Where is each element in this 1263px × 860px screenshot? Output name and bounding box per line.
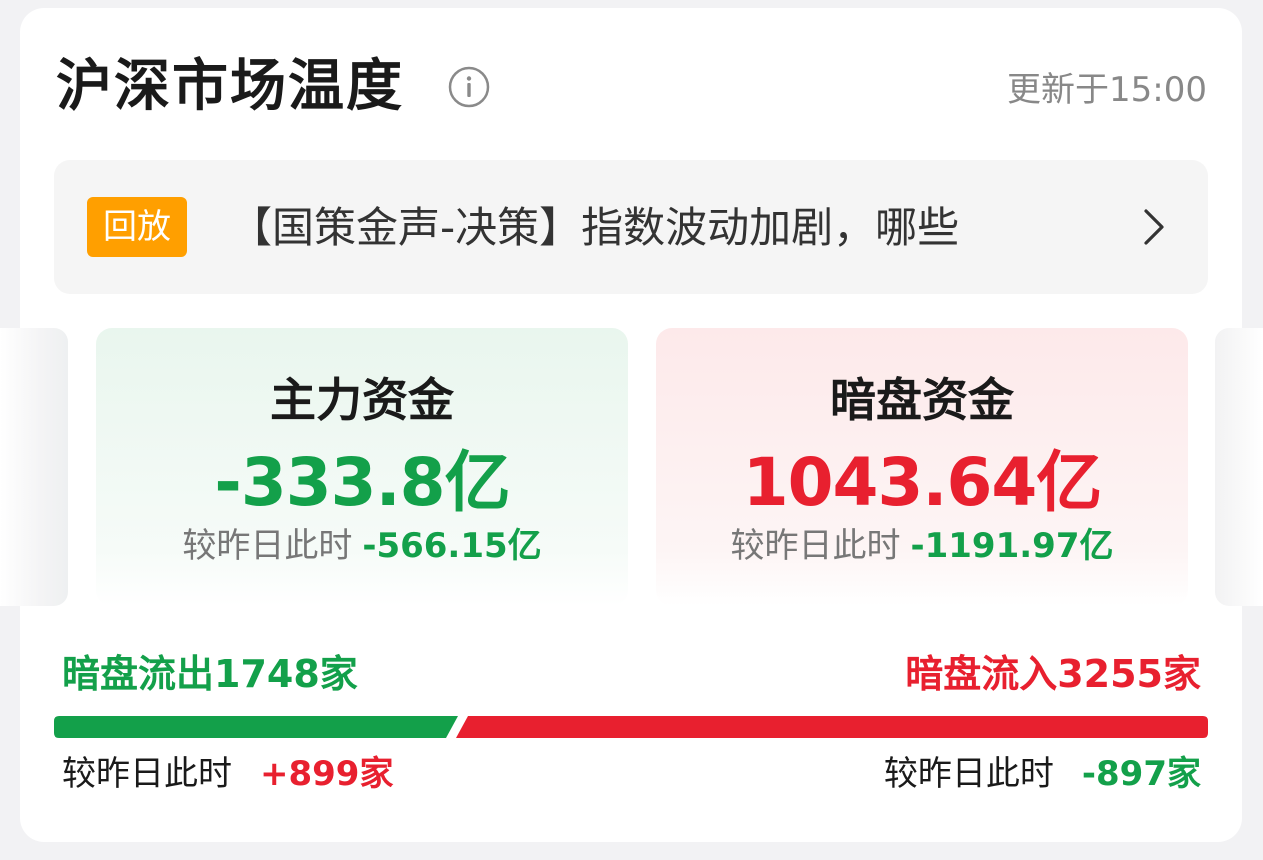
chevron-right-icon[interactable] bbox=[1138, 206, 1168, 248]
inflow-label: 暗盘流入3255家 bbox=[905, 652, 1201, 696]
main-fund-compare-value: -566.15亿 bbox=[362, 526, 542, 566]
dark-pool-fund-card[interactable]: 暗盘资金 1043.64亿 较昨日此时 -1191.97亿 bbox=[656, 328, 1188, 606]
previous-card-peek[interactable] bbox=[0, 328, 68, 606]
info-icon[interactable] bbox=[448, 66, 490, 108]
page-title: 沪深市场温度 bbox=[56, 54, 404, 119]
dark-pool-fund-value: 1043.64亿 bbox=[742, 444, 1103, 521]
main-fund-compare-label: 较昨日此时 bbox=[182, 526, 353, 566]
dark-pool-compare-label: 较昨日此时 bbox=[730, 526, 901, 566]
outflow-bar-segment bbox=[54, 716, 458, 738]
main-fund-title: 主力资金 bbox=[270, 373, 454, 427]
next-card-peek[interactable] bbox=[1215, 328, 1263, 606]
main-fund-card[interactable]: 主力资金 -333.8亿 较昨日此时 -566.15亿 bbox=[96, 328, 628, 606]
replay-badge: 回放 bbox=[87, 197, 187, 257]
main-fund-value: -333.8亿 bbox=[214, 444, 510, 521]
inflow-compare: 较昨日此时 -897家 bbox=[884, 752, 1201, 796]
outflow-compare-label: 较昨日此时 bbox=[62, 754, 232, 794]
dark-pool-compare-value: -1191.97亿 bbox=[910, 526, 1114, 566]
outflow-compare: 较昨日此时 +899家 bbox=[62, 752, 393, 796]
banner-headline: 【国策金声-决策】指数波动加剧，哪些 bbox=[230, 203, 960, 252]
inflow-compare-label: 较昨日此时 bbox=[883, 754, 1054, 794]
news-banner[interactable]: 回放 【国策金声-决策】指数波动加剧，哪些 bbox=[54, 160, 1208, 294]
main-fund-compare: 较昨日此时 -566.15亿 bbox=[96, 524, 628, 568]
inflow-compare-value: -897家 bbox=[1081, 754, 1201, 794]
inflow-bar-segment bbox=[456, 716, 1208, 738]
flow-ratio-bar bbox=[54, 716, 1208, 738]
dark-pool-fund-compare: 较昨日此时 -1191.97亿 bbox=[656, 524, 1188, 568]
outflow-compare-value: +899家 bbox=[260, 754, 394, 794]
update-time: 更新于15:00 bbox=[1007, 70, 1207, 110]
dark-pool-fund-title: 暗盘资金 bbox=[830, 373, 1014, 427]
outflow-label: 暗盘流出1748家 bbox=[62, 652, 358, 696]
